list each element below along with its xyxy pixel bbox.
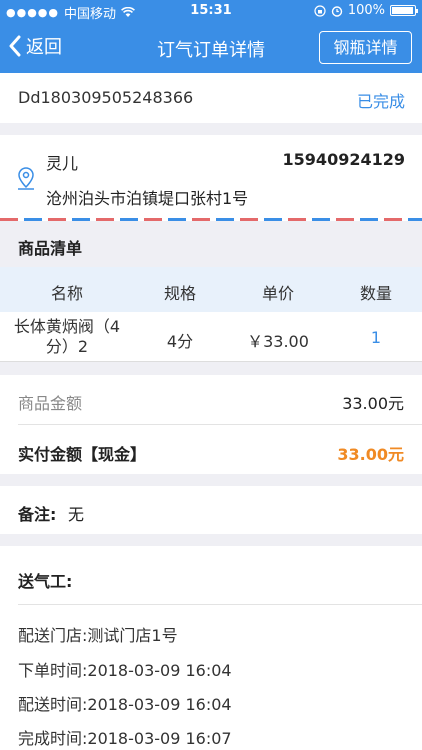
column-spec: 规格 (163, 284, 196, 303)
status-right: 100% (314, 3, 418, 18)
item-name: 长体黄炳阀（4分）2 (13, 317, 121, 356)
item-quantity: 1 (370, 328, 382, 347)
paid-amount-label: 实付金额【现金】 (18, 445, 147, 464)
delivery-info: 送气工: 配送门店:测试门店1号 下单时间:2018-03-09 16:04 配… (0, 546, 422, 750)
note-label: 备注: (18, 505, 57, 524)
item-price: ￥33.00 (247, 332, 309, 351)
delivery-store: 配送门店:测试门店1号 (18, 626, 178, 645)
rotation-lock-icon (314, 4, 326, 17)
column-price: 单价 (261, 284, 294, 303)
customer-address: 沧州泊头市泊镇堤口张村1号 (46, 189, 249, 208)
location-pin-icon (18, 167, 34, 190)
goods-section-header: 商品清单 (0, 221, 422, 267)
battery-percent: 100% (347, 3, 385, 18)
order-info: Dd180309505248366 已完成 (0, 73, 422, 123)
goods-section-title: 商品清单 (18, 239, 83, 258)
cylinder-detail-button[interactable]: 钢瓶详情 (319, 31, 412, 64)
divider (18, 424, 422, 425)
order-number: Dd180309505248366 (18, 88, 194, 107)
status-bar: ●●●●● 中国移动 15:31 100% (0, 0, 422, 22)
column-name: 名称 (50, 284, 83, 303)
customer-phone[interactable]: 15940924129 (283, 150, 405, 169)
note-row: 备注: 无 (0, 486, 422, 534)
goods-amount-label: 商品金额 (18, 394, 83, 413)
amount-summary: 商品金额 33.00元 实付金额【现金】 33.00元 (0, 375, 422, 474)
goods-table-header: 名称 规格 单价 数量 (0, 267, 422, 312)
column-quantity: 数量 (359, 284, 392, 303)
paid-amount-value: 33.00元 (337, 445, 404, 464)
delivery-time: 配送时间:2018-03-09 16:04 (18, 695, 232, 714)
nav-bar: 返回 订气订单详情 钢瓶详情 (0, 22, 422, 73)
alarm-icon (331, 5, 343, 17)
note-value: 无 (68, 505, 85, 524)
battery-icon (390, 5, 418, 16)
order-time: 下单时间:2018-03-09 16:04 (18, 661, 232, 680)
goods-amount-value: 33.00元 (342, 394, 404, 413)
complete-time: 完成时间:2018-03-09 16:07 (18, 729, 232, 748)
table-row: 长体黄炳阀（4分）2 4分 ￥33.00 1 (0, 312, 422, 362)
divider (18, 604, 422, 605)
item-spec: 4分 (166, 332, 194, 351)
customer-address-card: 灵儿 15940924129 沧州泊头市泊镇堤口张村1号 (0, 135, 422, 221)
order-status: 已完成 (356, 92, 405, 111)
delivery-worker-title: 送气工: (18, 572, 73, 591)
customer-name: 灵儿 (46, 154, 79, 173)
